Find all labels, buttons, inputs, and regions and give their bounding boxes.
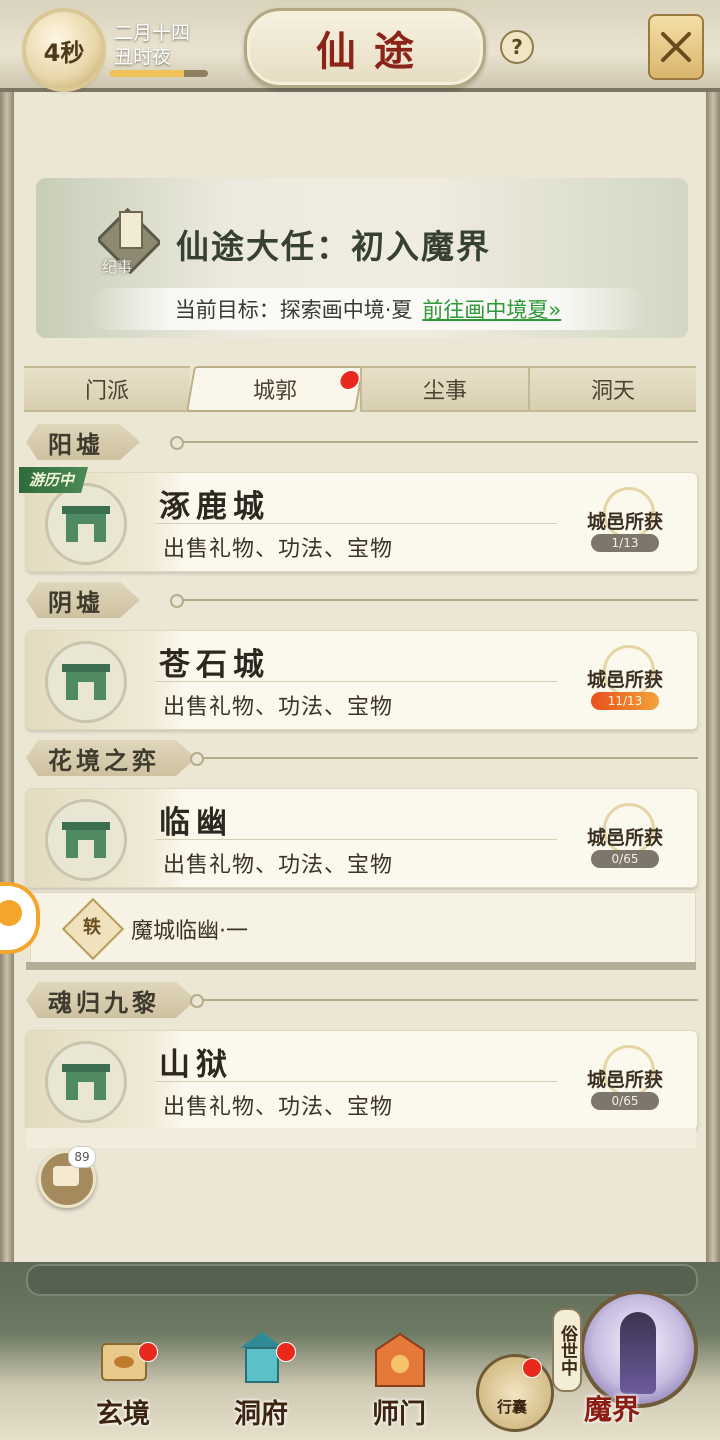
city-desc: 出售礼物、功法、宝物 [163, 853, 394, 878]
city-card[interactable]: 临幽 出售礼物、功法、宝物 城邑所获 0/65 [26, 788, 698, 888]
bottom-band [26, 1264, 698, 1296]
notification-dot [337, 370, 362, 390]
title-plaque: 仙途 [244, 8, 486, 88]
reward-count: 0/65 [591, 1092, 659, 1110]
city-reward[interactable]: 城邑所获 1/13 [579, 487, 671, 557]
tab-label: 门派 [84, 379, 129, 404]
tab-label: 城郭 [252, 379, 297, 404]
anecdote-label: 魔城临幽·一 [131, 919, 248, 944]
tab-city[interactable]: 城郭 [185, 366, 365, 412]
quest-goal-link[interactable]: 前往画中境夏» [422, 294, 561, 324]
nav-shimen[interactable]: 师门 [344, 1330, 454, 1430]
city-card[interactable]: 山狱 出售礼物、功法、宝物 城邑所获 0/65 [26, 1030, 698, 1130]
city-reward[interactable]: 城邑所获 0/65 [579, 803, 671, 873]
tab-label: 尘事 [422, 379, 467, 404]
help-button[interactable]: ? [500, 30, 534, 64]
reward-label: 城邑所获 [586, 827, 663, 849]
city-divider [155, 839, 557, 840]
nav-label: 玄境 [96, 1399, 150, 1430]
bag-button[interactable] [476, 1354, 554, 1432]
quest-title: 仙途大任：初入魔界 [176, 227, 491, 266]
city-reward[interactable]: 城邑所获 11/13 [579, 645, 671, 715]
city-divider [155, 523, 557, 524]
section-label: 阳墟 [26, 424, 140, 460]
section-header: 阳墟 [26, 424, 698, 460]
nav-xuanjing[interactable]: 玄境 [68, 1330, 178, 1430]
divider [26, 962, 696, 970]
city-card[interactable]: 游历中 涿鹿城 出售礼物、功法、宝物 城邑所获 1/13 [19, 467, 698, 572]
realm-character-icon [620, 1312, 656, 1394]
reward-label: 城邑所获 [586, 1069, 663, 1091]
tab-worldly[interactable]: 尘事 [360, 366, 528, 412]
reward-count: 1/13 [591, 534, 659, 552]
sect-banner-icon [375, 1332, 425, 1387]
city-name: 苍石城 [159, 647, 270, 683]
reward-label: 城邑所获 [586, 669, 663, 691]
date-line-1: 二月十四 [114, 22, 191, 44]
realm-status-label: 俗世中 [552, 1308, 582, 1392]
quest-icon-label: 纪事 [102, 258, 133, 276]
city-divider [155, 681, 557, 682]
frame-left [0, 90, 14, 1290]
day-progress-bar [110, 70, 208, 77]
reward-label: 城邑所获 [586, 511, 663, 533]
quest-goal-bar: 当前目标：探索画中境·夏 前往画中境夏» [88, 288, 648, 330]
nav-label: 洞府 [234, 1399, 288, 1430]
section-divider [170, 436, 698, 450]
anecdote-icon-char: 轶 [83, 917, 101, 938]
date-line-2: 丑时夜 [114, 46, 172, 68]
tab-sect[interactable]: 门派 [24, 366, 190, 412]
section-label: 花境之弈 [26, 740, 196, 776]
section-label: 阴墟 [26, 582, 140, 618]
city-desc: 出售礼物、功法、宝物 [163, 695, 394, 720]
city-gate-icon [45, 641, 127, 723]
frame-right [706, 90, 720, 1290]
realm-label: 魔界 [584, 1393, 641, 1426]
gamepad-icon [0, 900, 22, 926]
timer-badge[interactable]: 4秒 [26, 12, 102, 88]
city-gate-icon [45, 1041, 127, 1123]
city-card[interactable]: 苍石城 出售礼物、功法、宝物 城邑所获 11/13 [26, 630, 698, 730]
section-divider [190, 994, 698, 1008]
close-icon [661, 32, 691, 62]
section-divider [190, 752, 698, 766]
section-divider [170, 594, 698, 608]
chat-icon [53, 1166, 79, 1186]
nav-dongfu[interactable]: 洞府 [206, 1330, 316, 1430]
header: 4秒 二月十四 丑时夜 仙途 ? [0, 0, 720, 92]
section-header: 阴墟 [26, 582, 698, 618]
nav-label: 师门 [372, 1399, 426, 1430]
page-title: 仙途 [316, 28, 432, 75]
tab-bar: 门派 城郭 尘事 洞天 [24, 366, 696, 412]
city-gate-icon [45, 799, 127, 881]
notification-dot [138, 1342, 158, 1362]
anecdote-item[interactable]: 轶 魔城临幽·一 [30, 892, 696, 966]
chat-unread-badge: 89 [68, 1146, 96, 1168]
notification-dot [522, 1358, 542, 1378]
section-label: 魂归九黎 [26, 982, 196, 1018]
city-divider [155, 1081, 557, 1082]
city-desc: 出售礼物、功法、宝物 [163, 1095, 394, 1120]
quest-goal-text: 当前目标：探索画中境·夏 [174, 298, 413, 322]
quest-banner[interactable]: 纪事 仙途大任：初入魔界 当前目标：探索画中境·夏 前往画中境夏» [36, 178, 688, 338]
timer-text: 4秒 [43, 38, 85, 67]
city-reward[interactable]: 城邑所获 0/65 [579, 1045, 671, 1115]
section-header: 魂归九黎 [26, 982, 698, 1018]
close-button[interactable] [648, 14, 704, 80]
city-desc: 出售礼物、功法、宝物 [163, 537, 394, 562]
tab-cave[interactable]: 洞天 [528, 366, 696, 412]
reward-count: 0/65 [591, 850, 659, 868]
city-name: 临幽 [159, 805, 233, 841]
city-name: 山狱 [159, 1047, 233, 1083]
notification-dot [276, 1342, 296, 1362]
bag-label: 行囊 [496, 1398, 527, 1416]
reward-count: 11/13 [591, 692, 659, 710]
list-tail [26, 1128, 696, 1148]
traveling-tag: 游历中 [19, 467, 89, 493]
city-gate-icon [45, 483, 127, 565]
section-header: 花境之弈 [26, 740, 698, 776]
city-name: 涿鹿城 [159, 489, 270, 525]
day-progress-fill [110, 70, 184, 77]
tab-label: 洞天 [590, 379, 635, 404]
